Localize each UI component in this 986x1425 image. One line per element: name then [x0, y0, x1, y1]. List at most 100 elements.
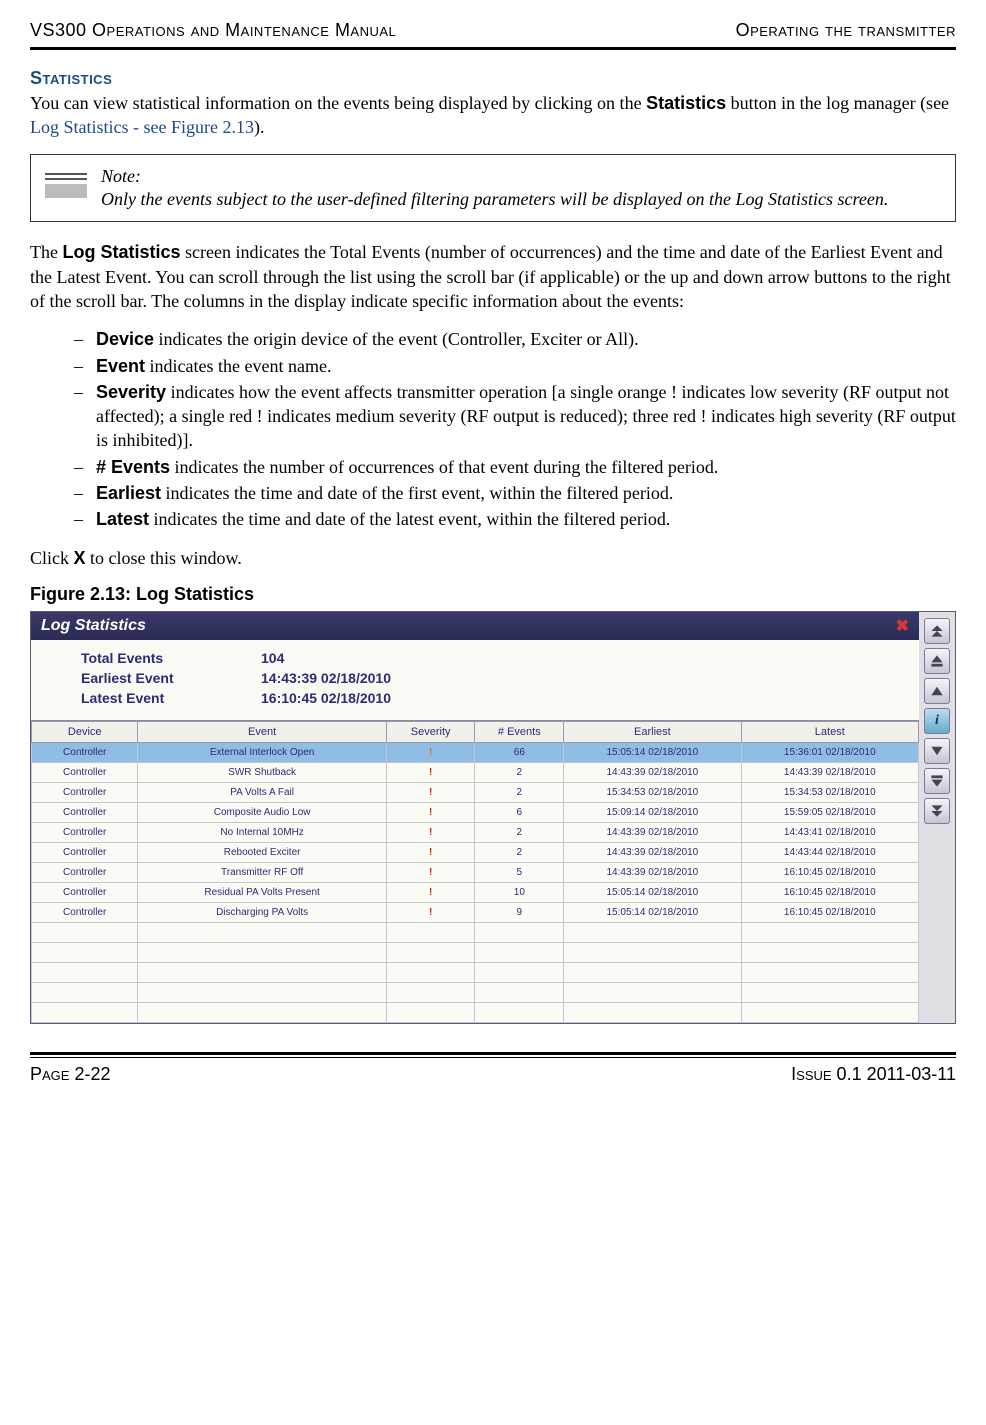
- table-cell: Discharging PA Volts: [138, 902, 386, 922]
- scroll-top-button[interactable]: [924, 618, 950, 644]
- definition-item: Severity indicates how the event affects…: [96, 380, 956, 453]
- table-cell: 14:43:39 02/18/2010: [741, 762, 918, 782]
- severity-icon: !: [429, 807, 432, 818]
- scroll-up-button[interactable]: [924, 678, 950, 704]
- table-cell-empty: [741, 922, 918, 942]
- summary-value: 16:10:45 02/18/2010: [261, 690, 391, 706]
- table-cell-empty: [32, 1002, 138, 1022]
- table-cell: Residual PA Volts Present: [138, 882, 386, 902]
- table-row[interactable]: ControllerResidual PA Volts Present!1015…: [32, 882, 919, 902]
- table-cell-empty: [386, 982, 475, 1002]
- note-text: Note: Only the events subject to the use…: [101, 165, 888, 212]
- definition-term: Event: [96, 356, 145, 376]
- table-cell: Controller: [32, 802, 138, 822]
- note-body: Only the events subject to the user-defi…: [101, 189, 888, 209]
- table-cell: Composite Audio Low: [138, 802, 386, 822]
- table-cell: Controller: [32, 742, 138, 762]
- summary-row: Latest Event16:10:45 02/18/2010: [81, 690, 899, 706]
- column-definitions: Device indicates the origin device of th…: [30, 327, 956, 531]
- definition-item: Device indicates the origin device of th…: [96, 327, 956, 351]
- scroll-page-up-button[interactable]: [924, 648, 950, 674]
- table-cell: Rebooted Exciter: [138, 842, 386, 862]
- scroll-page-down-button[interactable]: [924, 768, 950, 794]
- table-row-empty: [32, 982, 919, 1002]
- table-cell: 15:05:14 02/18/2010: [564, 882, 741, 902]
- column-header[interactable]: Event: [138, 721, 386, 742]
- table-row-empty: [32, 962, 919, 982]
- table-cell-empty: [475, 942, 564, 962]
- table-cell-empty: [386, 962, 475, 982]
- table-cell: !: [386, 802, 475, 822]
- figure-caption: Figure 2.13: Log Statistics: [30, 584, 956, 605]
- column-header[interactable]: Earliest: [564, 721, 741, 742]
- table-row-empty: [32, 1002, 919, 1022]
- intro-text-c: ).: [254, 117, 265, 137]
- definition-item: Earliest indicates the time and date of …: [96, 481, 956, 505]
- column-header[interactable]: Latest: [741, 721, 918, 742]
- table-cell-empty: [741, 1002, 918, 1022]
- table-cell-empty: [475, 982, 564, 1002]
- table-cell: !: [386, 782, 475, 802]
- footer-right: Issue 0.1 2011-03-11: [791, 1064, 956, 1085]
- table-row[interactable]: ControllerExternal Interlock Open!6615:0…: [32, 742, 919, 762]
- table-cell-empty: [564, 942, 741, 962]
- footer-rules: [30, 1052, 956, 1058]
- column-header[interactable]: Device: [32, 721, 138, 742]
- table-cell: 15:05:14 02/18/2010: [564, 902, 741, 922]
- definition-item: Event indicates the event name.: [96, 354, 956, 378]
- close-icon[interactable]: ✖: [896, 616, 909, 636]
- summary-value: 104: [261, 650, 284, 666]
- table-cell-empty: [138, 1002, 386, 1022]
- table-cell: Controller: [32, 882, 138, 902]
- table-row[interactable]: ControllerPA Volts A Fail!215:34:53 02/1…: [32, 782, 919, 802]
- table-cell-empty: [564, 982, 741, 1002]
- definition-item: # Events indicates the number of occurre…: [96, 455, 956, 479]
- table-cell-empty: [32, 942, 138, 962]
- table-cell: !: [386, 842, 475, 862]
- table-cell: 2: [475, 822, 564, 842]
- column-header[interactable]: Severity: [386, 721, 475, 742]
- para2-a: The: [30, 242, 62, 262]
- severity-icon: !: [429, 787, 432, 798]
- table-cell: !: [386, 822, 475, 842]
- definition-term: Device: [96, 329, 154, 349]
- section-title: Statistics: [30, 68, 956, 89]
- scroll-bottom-button[interactable]: [924, 798, 950, 824]
- table-row[interactable]: ControllerSWR Shutback!214:43:39 02/18/2…: [32, 762, 919, 782]
- table-cell: 14:43:39 02/18/2010: [564, 862, 741, 882]
- scroll-down-button[interactable]: [924, 738, 950, 764]
- close-a: Click: [30, 548, 74, 568]
- definition-text: indicates the time and date of the lates…: [149, 509, 670, 529]
- table-cell-empty: [564, 962, 741, 982]
- note-icon: [45, 169, 87, 203]
- table-cell-empty: [32, 922, 138, 942]
- table-row[interactable]: ControllerComposite Audio Low!615:09:14 …: [32, 802, 919, 822]
- figure-link[interactable]: Log Statistics - see Figure 2.13: [30, 117, 254, 137]
- column-header[interactable]: # Events: [475, 721, 564, 742]
- header-right: Operating the transmitter: [736, 20, 956, 41]
- table-row[interactable]: ControllerRebooted Exciter!214:43:39 02/…: [32, 842, 919, 862]
- table-row[interactable]: ControllerNo Internal 10MHz!214:43:39 02…: [32, 822, 919, 842]
- table-cell: No Internal 10MHz: [138, 822, 386, 842]
- table-cell: !: [386, 862, 475, 882]
- close-instruction: Click X to close this window.: [30, 546, 956, 570]
- table-cell-empty: [741, 982, 918, 1002]
- table-row[interactable]: ControllerTransmitter RF Off!514:43:39 0…: [32, 862, 919, 882]
- panel-title: Log Statistics: [41, 617, 146, 635]
- table-cell-empty: [741, 942, 918, 962]
- table-row[interactable]: ControllerDischarging PA Volts!915:05:14…: [32, 902, 919, 922]
- page-footer: Page 2-22 Issue 0.1 2011-03-11: [30, 1064, 956, 1085]
- table-cell: 16:10:45 02/18/2010: [741, 862, 918, 882]
- table-cell-empty: [475, 1002, 564, 1022]
- table-cell: SWR Shutback: [138, 762, 386, 782]
- table-cell-empty: [138, 962, 386, 982]
- table-cell: 9: [475, 902, 564, 922]
- table-cell: 14:43:44 02/18/2010: [741, 842, 918, 862]
- definition-text: indicates how the event affects transmit…: [96, 382, 956, 451]
- table-cell: Transmitter RF Off: [138, 862, 386, 882]
- severity-icon: !: [429, 767, 432, 778]
- note-label: Note:: [101, 165, 888, 188]
- table-cell: 16:10:45 02/18/2010: [741, 882, 918, 902]
- table-cell-empty: [386, 922, 475, 942]
- info-button[interactable]: i: [924, 708, 950, 734]
